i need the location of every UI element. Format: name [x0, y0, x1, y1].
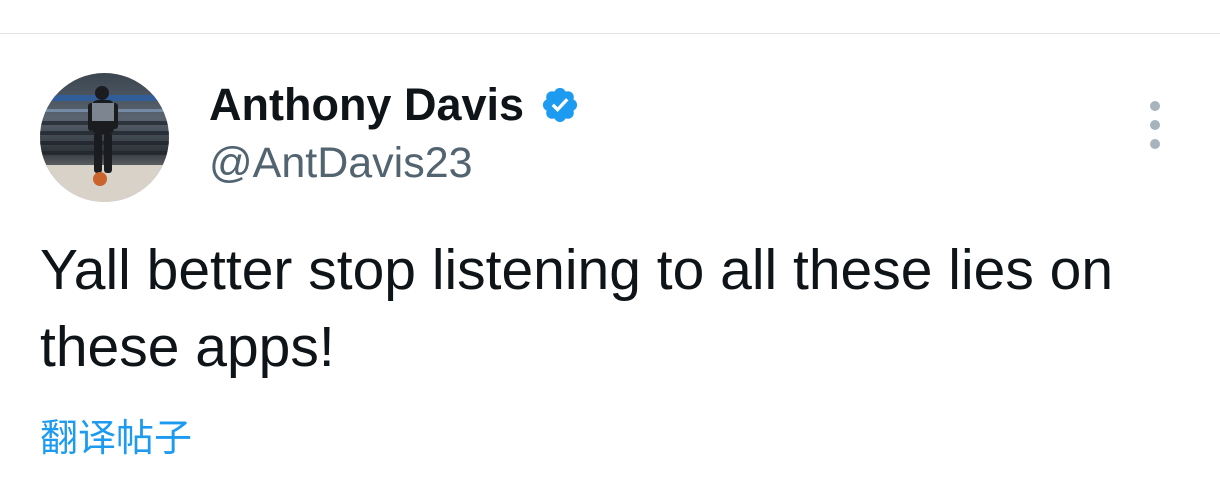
translate-post-link[interactable]: 翻译帖子 [40, 414, 192, 462]
top-divider [0, 33, 1220, 34]
user-handle[interactable]: @AntDavis23 [209, 136, 580, 190]
name-row: Anthony Davis [209, 76, 580, 134]
display-name[interactable]: Anthony Davis [209, 76, 524, 134]
avatar-photo [40, 73, 169, 202]
more-vertical-icon [1150, 101, 1160, 111]
more-vertical-icon-dot [1150, 139, 1160, 149]
verified-badge-icon [540, 85, 580, 125]
more-options-button[interactable] [1140, 101, 1170, 149]
tweet-author: Anthony Davis @AntDavis23 [209, 76, 580, 190]
avatar[interactable] [40, 73, 169, 202]
more-vertical-icon-dot [1150, 120, 1160, 130]
tweet-text: Yall better stop listening to all these … [40, 238, 1114, 379]
